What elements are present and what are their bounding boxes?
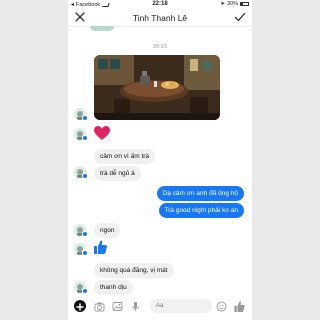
message-bubble-incoming[interactable]: ngon — [94, 223, 121, 238]
location-icon: ➤ — [220, 1, 225, 7]
message-bubble-incoming[interactable]: thanh dịu — [94, 280, 133, 295]
contact-avatar[interactable] — [74, 166, 88, 179]
battery-icon — [240, 2, 249, 6]
message-input[interactable] — [150, 299, 212, 313]
battery-level — [241, 3, 244, 5]
like-icon[interactable] — [94, 240, 107, 254]
messenger-screen: ◂ Facebook 22:18 ➤ 30% Tinh Thanh Lê 20:… — [68, 0, 252, 320]
message-bubble-outgoing[interactable]: Trà good night phải ko an — [158, 203, 244, 218]
plus-icon[interactable] — [74, 300, 86, 312]
check-icon[interactable] — [234, 11, 246, 23]
message-bubble-incoming[interactable]: không quá đăng, vị mát — [94, 263, 174, 278]
battery-percent: 30% — [226, 1, 238, 7]
chat-header: Tinh Thanh Lê — [68, 9, 252, 27]
messenger-badge-icon — [82, 231, 88, 237]
contact-avatar[interactable] — [74, 281, 88, 294]
messenger-badge-icon — [82, 288, 88, 294]
previous-image-edge — [90, 26, 114, 31]
emoji-icon[interactable] — [216, 301, 227, 312]
like-send-icon[interactable] — [234, 301, 245, 312]
page-title[interactable]: Tinh Thanh Lê — [68, 13, 252, 23]
microphone-icon[interactable] — [130, 301, 141, 312]
conversation-timestamp: 20:13 — [153, 44, 167, 50]
messenger-badge-icon — [82, 173, 88, 179]
message-bubble-incoming[interactable]: cảm ơn vì ấm trà — [94, 149, 156, 164]
contact-avatar[interactable] — [74, 224, 88, 237]
gallery-icon[interactable] — [112, 301, 123, 312]
message-composer — [68, 296, 252, 320]
messenger-badge-icon — [82, 135, 88, 141]
camera-icon[interactable] — [94, 301, 105, 312]
contact-avatar[interactable] — [74, 108, 88, 121]
messenger-badge-icon — [82, 115, 88, 121]
contact-avatar[interactable] — [74, 243, 88, 256]
photo-message[interactable] — [94, 55, 220, 120]
status-icons: ➤ 30% — [220, 1, 249, 7]
contact-avatar[interactable] — [74, 128, 88, 141]
message-bubble-incoming[interactable]: trà dễ ngủ á — [94, 166, 141, 181]
heart-icon[interactable] — [94, 126, 110, 141]
message-bubble-outgoing[interactable]: Dạ cảm ơn anh đã ủng hộ — [156, 186, 244, 201]
messenger-badge-icon — [82, 250, 88, 256]
status-bar: ◂ Facebook 22:18 ➤ 30% — [68, 0, 252, 9]
